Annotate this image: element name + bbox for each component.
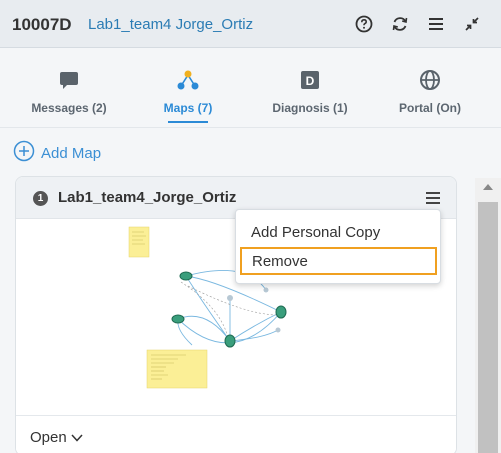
tab-portal[interactable]: Portal (On) — [385, 48, 475, 128]
map-icon — [176, 68, 200, 92]
tab-portal-label: Portal (On) — [399, 101, 461, 115]
plus-circle-icon — [13, 140, 35, 167]
scrollbar[interactable] — [475, 178, 501, 453]
collapse-icon[interactable] — [461, 13, 483, 35]
tab-diagnosis[interactable]: D Diagnosis (1) — [260, 48, 360, 128]
add-map-label: Add Map — [41, 144, 102, 162]
open-dropdown-button[interactable]: Open — [30, 429, 83, 446]
tab-maps[interactable]: Maps (7) — [148, 48, 228, 128]
team-name-link[interactable]: Lab1_team4 Jorge_Ortiz — [88, 16, 253, 33]
tab-maps-label: Maps (7) — [163, 101, 213, 115]
scroll-up-arrow-icon[interactable] — [483, 184, 493, 190]
open-label: Open — [30, 429, 67, 446]
scrollbar-thumb[interactable] — [478, 202, 498, 453]
panel-header: 10007D Lab1_team4 Jorge_Ortiz — [0, 0, 501, 48]
globe-icon — [418, 68, 442, 92]
tab-bar: Messages (2) Maps (7) D Diagnosis (1) Po… — [0, 48, 501, 128]
refresh-icon[interactable] — [389, 13, 411, 35]
map-card-footer: Open — [16, 415, 456, 453]
add-map-button[interactable]: Add Map — [13, 140, 102, 167]
menu-icon[interactable] — [425, 13, 447, 35]
tab-messages[interactable]: Messages (2) — [20, 48, 118, 128]
message-icon — [57, 68, 81, 92]
map-context-menu: Add Personal Copy Remove — [235, 209, 441, 284]
map-title: Lab1_team4_Jorge_Ortiz — [58, 189, 237, 206]
menu-item-add-personal-copy[interactable]: Add Personal Copy — [236, 218, 442, 246]
map-number-badge: 1 — [33, 191, 48, 206]
active-tab-indicator — [168, 121, 208, 123]
hamburger-icon[interactable] — [425, 191, 443, 207]
menu-item-remove[interactable]: Remove — [240, 247, 437, 275]
help-icon[interactable] — [353, 13, 375, 35]
diagnosis-icon: D — [298, 68, 322, 92]
tab-messages-label: Messages (2) — [31, 101, 107, 115]
svg-text:D: D — [306, 74, 315, 88]
device-id: 10007D — [12, 15, 72, 34]
chevron-down-icon — [71, 433, 83, 442]
tab-diagnosis-label: Diagnosis (1) — [272, 101, 348, 115]
